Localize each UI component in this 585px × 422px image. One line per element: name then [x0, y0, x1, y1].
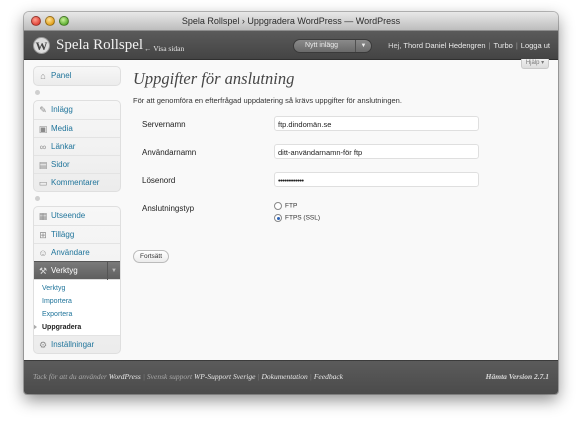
- sidebar-item-pages[interactable]: ▤ Sidor: [34, 155, 120, 173]
- ftps-radio-label: FTPS (SSL): [285, 214, 321, 222]
- pin-icon: ✎: [39, 105, 47, 115]
- new-post-button[interactable]: Nytt inlägg ▼: [293, 39, 372, 53]
- page-title: Uppgifter för anslutning: [133, 69, 295, 88]
- window-titlebar: Spela Rollspel › Uppgradera WordPress — …: [24, 12, 558, 31]
- dashboard-icon: ⌂: [40, 71, 46, 81]
- turbo-link[interactable]: Turbo: [494, 41, 513, 50]
- settings-icon: ⚙: [38, 340, 48, 350]
- support-link[interactable]: WP-Support Sverige: [194, 372, 255, 381]
- sidebar-item-plugins[interactable]: ⊞ Tillägg: [34, 225, 120, 243]
- admin-header: W Spela Rollspel ← Visa sidan Nytt inläg…: [24, 31, 558, 60]
- plugin-icon: ⊞: [39, 230, 47, 240]
- sidebar-item-links[interactable]: ∞ Länkar: [34, 137, 120, 155]
- password-input[interactable]: ••••••••••••: [274, 172, 479, 187]
- intro-text: För att genomföra en efterfrågad uppdate…: [133, 96, 402, 105]
- password-label: Lösenord: [142, 176, 176, 185]
- submenu-item-tools[interactable]: Verktyg: [34, 282, 120, 295]
- menu-group-dashboard: ⌂ Panel: [33, 66, 121, 86]
- submenu-item-export[interactable]: Exportera: [34, 308, 120, 321]
- browser-window: Spela Rollspel › Uppgradera WordPress — …: [24, 12, 558, 394]
- greeting-text: Hej,: [388, 41, 404, 50]
- ftps-option[interactable]: FTPS (SSL): [274, 214, 320, 222]
- sidebar-item-settings[interactable]: ⚙ Inställningar: [34, 335, 120, 353]
- tools-icon: ⚒: [38, 266, 48, 276]
- chevron-down-icon[interactable]: ▼: [107, 262, 120, 280]
- wordpress-logo-icon: W: [33, 37, 50, 54]
- sidebar-item-users[interactable]: ☺ Användare: [34, 243, 120, 261]
- sidebar-item-tools[interactable]: ⚒ Verktyg ▼: [34, 261, 120, 280]
- menu-group-content: ✎ Inlägg ▣ Media ∞ Länkar ▤ Sidor ▭ Komm…: [33, 100, 121, 192]
- sidebar-item-media[interactable]: ▣ Media: [34, 119, 120, 137]
- user-nav: Hej, Thord Daniel Hedengren | Turbo | Logga …: [388, 41, 550, 50]
- ftp-radio-label: FTP: [285, 202, 298, 210]
- feedback-link[interactable]: Feedback: [314, 372, 343, 381]
- continue-button[interactable]: Fortsätt: [133, 250, 170, 263]
- visit-site-link[interactable]: ← Visa sidan: [144, 44, 184, 53]
- site-name: Spela Rollspel: [56, 37, 144, 53]
- username-input[interactable]: ditt-användarnamn-för ftp: [274, 144, 479, 159]
- version-link[interactable]: Hämta Version 2.7.1: [486, 372, 549, 381]
- submenu-item-import[interactable]: Importera: [34, 295, 120, 308]
- ftp-radio[interactable]: [274, 202, 282, 210]
- main-content: Uppgifter för anslutning För att genomfö…: [133, 66, 545, 263]
- admin-sidebar: ⌂ Panel ✎ Inlägg ▣ Media ∞ Länkar ▤ Sido…: [33, 66, 121, 354]
- admin-footer: Tack för att du använder WordPress | Svens…: [24, 360, 558, 394]
- menu-separator: [33, 192, 121, 206]
- footer-links: Tack för att du använder WordPress | Svens…: [33, 372, 343, 381]
- page-icon: ▤: [38, 160, 48, 170]
- submenu-item-upgrade[interactable]: Uppgradera: [34, 321, 120, 334]
- users-icon: ☺: [38, 248, 48, 258]
- link-icon: ∞: [39, 142, 47, 152]
- sidebar-item-appearance[interactable]: ▦ Utseende: [34, 207, 120, 225]
- user-profile-link[interactable]: Thord Daniel Hedengren: [403, 41, 485, 50]
- menu-separator: [33, 86, 121, 100]
- menu-group-admin: ▦ Utseende ⊞ Tillägg ☺ Användare ⚒ Verkt…: [33, 206, 121, 354]
- connection-type-label: Anslutningstyp: [142, 204, 195, 213]
- chevron-down-icon[interactable]: ▼: [355, 40, 371, 52]
- sidebar-item-dashboard[interactable]: ⌂ Panel: [34, 67, 120, 85]
- server-input[interactable]: ftp.dindomän.se: [274, 116, 479, 131]
- comment-icon: ▭: [38, 178, 48, 188]
- tools-submenu: Verktyg Importera Exportera Uppgradera: [34, 279, 120, 335]
- sidebar-item-posts[interactable]: ✎ Inlägg: [34, 101, 120, 119]
- ftp-option[interactable]: FTP: [274, 202, 297, 210]
- sidebar-item-comments[interactable]: ▭ Kommentarer: [34, 173, 120, 191]
- documentation-link[interactable]: Dokumentation: [262, 372, 308, 381]
- new-post-label: Nytt inlägg: [305, 42, 339, 49]
- logout-link[interactable]: Logga ut: [521, 41, 550, 50]
- appearance-icon: ▦: [38, 211, 48, 221]
- media-icon: ▣: [38, 124, 48, 134]
- ftps-radio[interactable]: [274, 214, 282, 222]
- username-label: Användarnamn: [142, 148, 197, 157]
- server-label: Servernamn: [142, 120, 186, 129]
- window-title: Spela Rollspel › Uppgradera WordPress — …: [181, 16, 401, 26]
- wordpress-link[interactable]: WordPress: [109, 372, 141, 381]
